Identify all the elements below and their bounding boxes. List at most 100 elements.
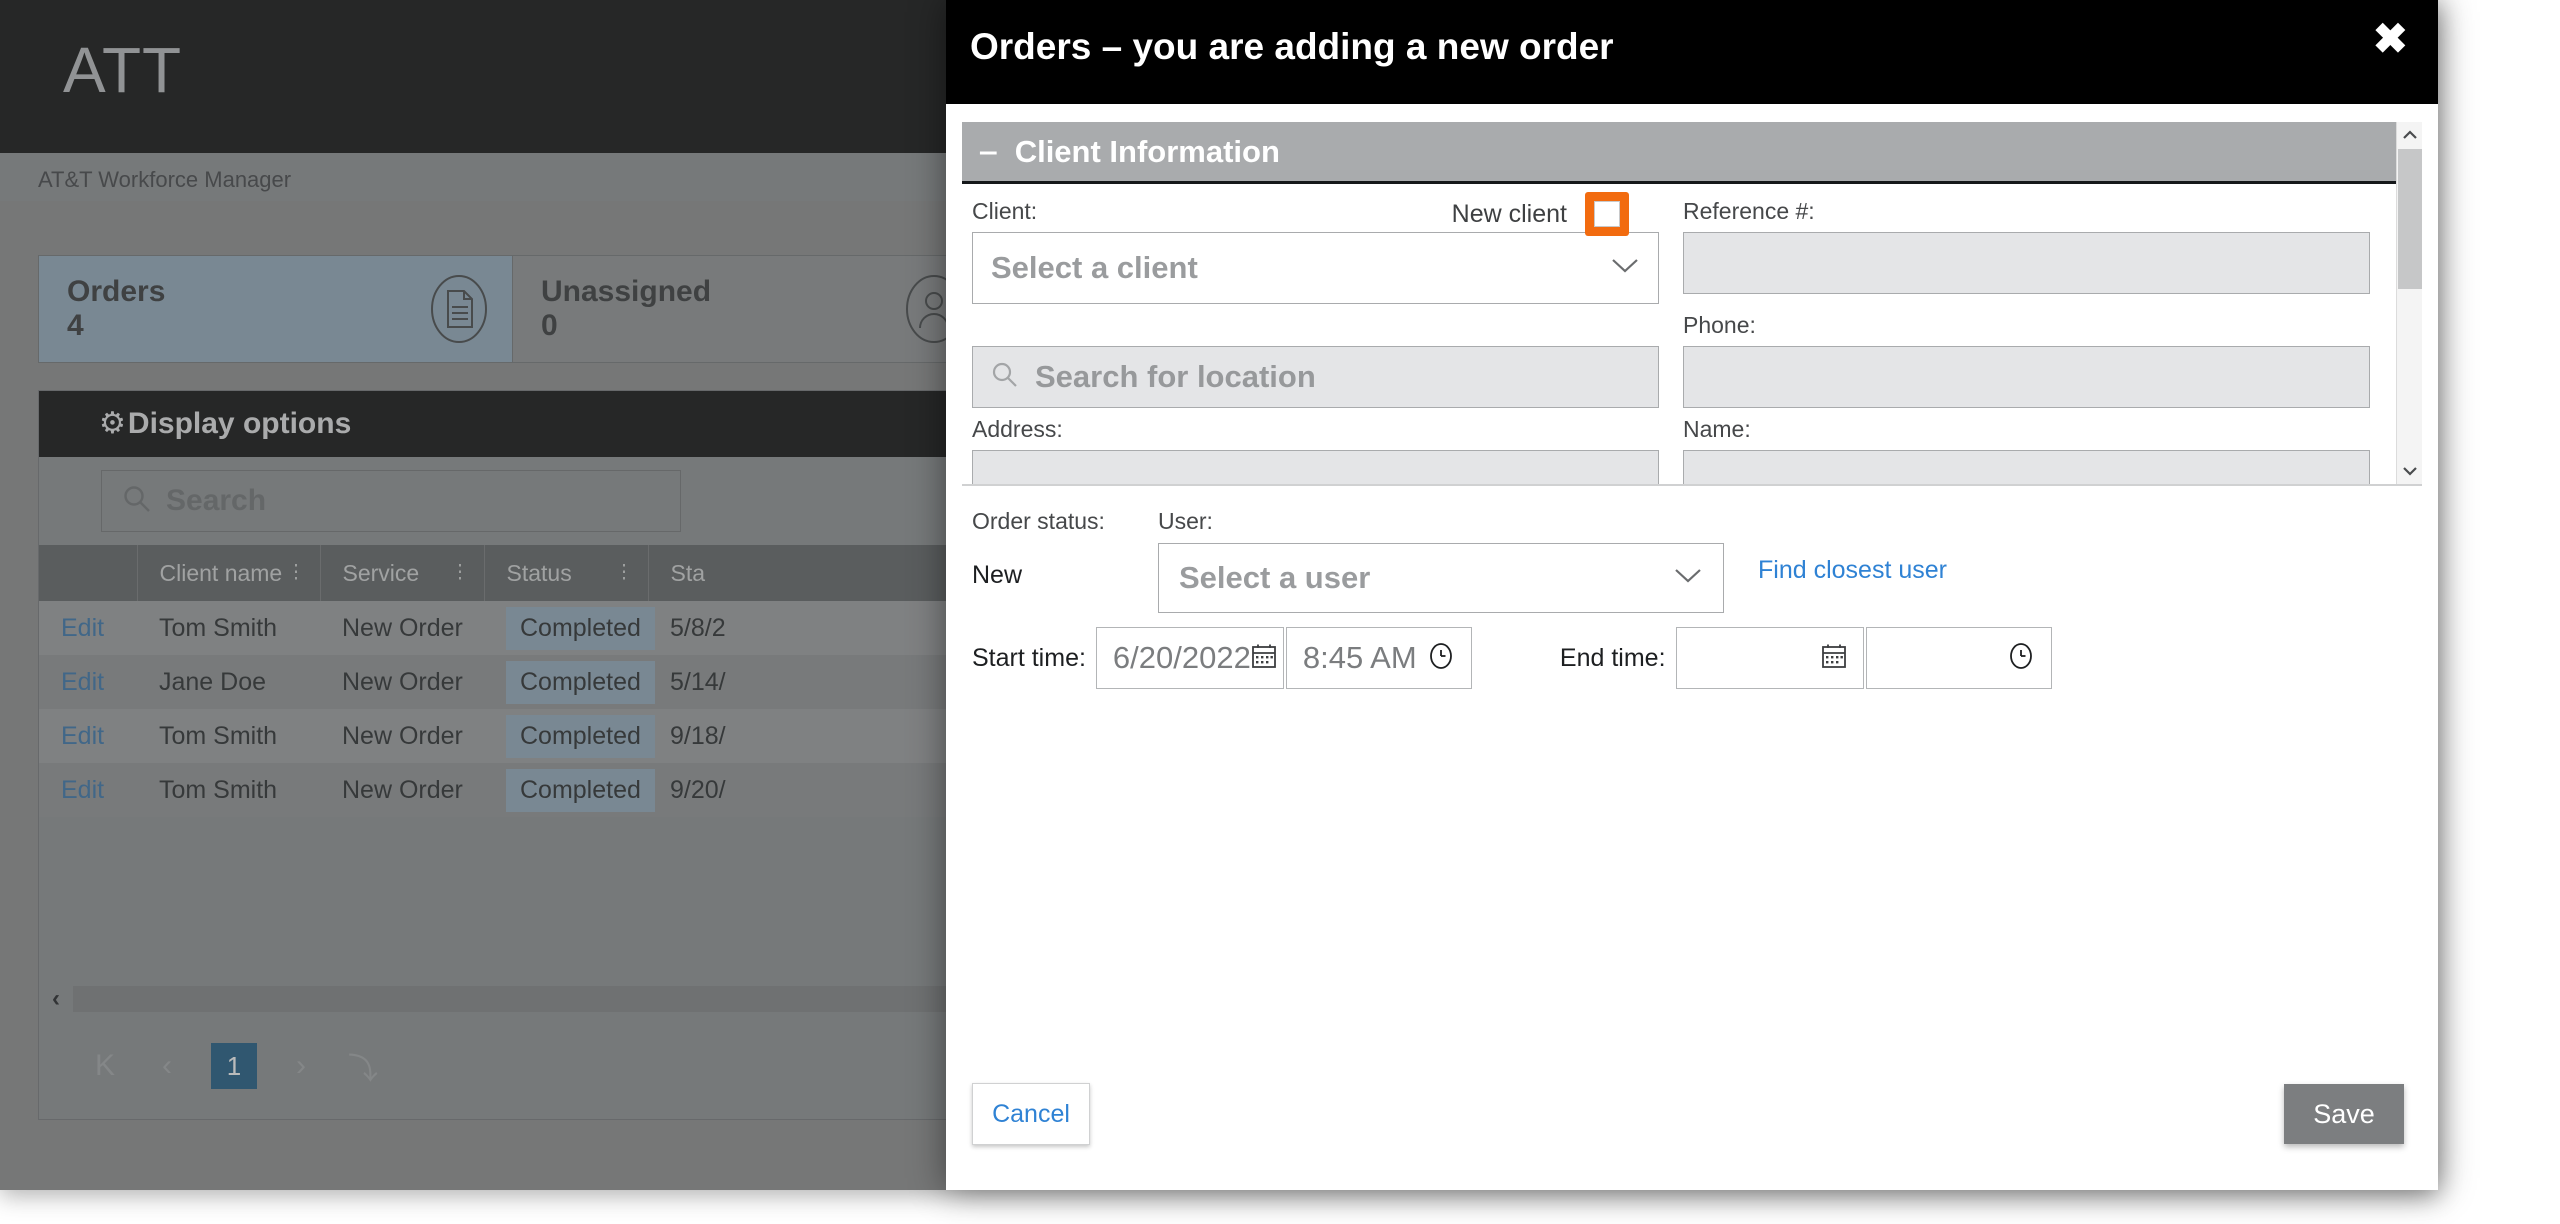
- new-client-checkbox-highlight: [1585, 192, 1629, 236]
- field-phone: Phone:: [1683, 312, 2370, 408]
- close-icon[interactable]: ✖: [2373, 18, 2408, 60]
- row-status: Completed: [484, 763, 655, 817]
- scrollbar-thumb[interactable]: [2397, 149, 2422, 289]
- row-edit-cell[interactable]: Edit: [39, 601, 137, 655]
- reference-label: Reference #:: [1683, 198, 1815, 224]
- minus-icon[interactable]: ‒: [980, 136, 997, 167]
- row-edit-cell[interactable]: Edit: [39, 655, 137, 709]
- user-select[interactable]: Select a user: [1158, 543, 1724, 613]
- pagination-last-button[interactable]: ⤵: [345, 1044, 381, 1088]
- status-badge: Completed: [506, 606, 655, 650]
- document-icon: [430, 274, 488, 344]
- cancel-button[interactable]: Cancel: [972, 1083, 1090, 1145]
- kpi-orders-value: 4: [67, 309, 84, 342]
- row-edit-cell[interactable]: Edit: [39, 709, 137, 763]
- kebab-menu-icon[interactable]: ⋮: [615, 562, 634, 582]
- modal-title: Orders – you are adding a new order: [970, 26, 1614, 67]
- field-reference: Reference #:: [1683, 198, 2370, 304]
- row-client-name: Jane Doe: [137, 655, 320, 709]
- field-address: Address:: [972, 416, 1659, 484]
- row-status: Completed: [484, 655, 655, 709]
- status-badge: Completed: [506, 660, 655, 704]
- field-order-status: Order status: New: [972, 508, 1158, 590]
- field-client: Client: New client Select a client: [972, 192, 1659, 304]
- new-client-toggle[interactable]: New client: [1452, 192, 1629, 236]
- search-placeholder: Search: [166, 484, 267, 517]
- time-row: Start time: 6/20/2022 8:45 AM End time:: [972, 627, 2404, 689]
- calendar-icon[interactable]: [1821, 643, 1847, 674]
- client-select[interactable]: Select a client: [972, 232, 1659, 304]
- start-clock-input[interactable]: 8:45 AM: [1285, 627, 1472, 689]
- pagination-page-1[interactable]: 1: [211, 1043, 257, 1089]
- client-information-form: Client: New client Select a client Refer…: [962, 184, 2396, 484]
- new-client-checkbox[interactable]: [1594, 201, 1620, 227]
- order-status-user-row: Order status: New User: Select a user Fi…: [972, 508, 2404, 613]
- start-date-value: 6/20/2022: [1112, 640, 1251, 675]
- chevron-down-icon[interactable]: [2397, 458, 2423, 484]
- form-vertical-scrollbar[interactable]: [2396, 122, 2422, 484]
- start-clock-value: 8:45 AM: [1302, 640, 1417, 675]
- order-status-value: New: [972, 561, 1023, 589]
- field-user: User: Select a user: [1158, 508, 1724, 613]
- order-details-section: Order status: New User: Select a user Fi…: [946, 486, 2438, 1190]
- gear-icon: ⚙: [99, 407, 126, 440]
- app-name-label: AT&T Workforce Manager: [38, 167, 292, 192]
- row-client-name: Tom Smith: [137, 709, 320, 763]
- kebab-menu-icon[interactable]: ⋮: [287, 562, 306, 582]
- kpi-unassigned-label: Unassigned: [541, 274, 712, 308]
- phone-input[interactable]: [1683, 346, 2370, 408]
- row-service: New Order: [320, 709, 484, 763]
- row-service: New Order: [320, 601, 484, 655]
- address-input[interactable]: [972, 450, 1659, 484]
- scroll-left-icon[interactable]: ‹: [39, 985, 73, 1013]
- user-select-placeholder: Select a user: [1179, 560, 1371, 595]
- kpi-tile-unassigned[interactable]: Unassigned 0: [513, 255, 988, 363]
- order-status-label: Order status:: [972, 508, 1105, 534]
- client-information-section-header[interactable]: ‒ Client Information: [962, 122, 2396, 184]
- clock-icon[interactable]: [1427, 642, 1455, 675]
- column-header-status-label: Status: [506, 559, 572, 586]
- status-badge: Completed: [506, 714, 655, 758]
- chevron-down-icon: [1673, 565, 1703, 591]
- new-client-label: New client: [1451, 199, 1567, 228]
- column-header-client-name-label: Client name: [159, 559, 283, 586]
- start-date-input[interactable]: 6/20/2022: [1095, 627, 1284, 689]
- pagination-prev-button[interactable]: ‹: [149, 1049, 185, 1083]
- column-header-client-name[interactable]: Client name ⋮: [137, 545, 321, 601]
- kpi-orders-label: Orders: [67, 274, 166, 308]
- field-name: Name:: [1683, 416, 2370, 484]
- reference-input[interactable]: [1683, 232, 2370, 294]
- kebab-menu-icon[interactable]: ⋮: [451, 562, 470, 582]
- pagination-first-button[interactable]: K: [87, 1049, 123, 1083]
- column-header-service[interactable]: Service ⋮: [320, 545, 485, 601]
- search-input[interactable]: Search: [101, 470, 681, 532]
- pagination-next-button[interactable]: ›: [283, 1049, 319, 1083]
- calendar-icon[interactable]: [1251, 643, 1277, 674]
- chevron-up-icon[interactable]: [2397, 122, 2423, 148]
- edit-link[interactable]: Edit: [61, 722, 104, 750]
- edit-link[interactable]: Edit: [61, 776, 104, 804]
- end-time-label: End time:: [1559, 643, 1666, 672]
- row-status: Completed: [484, 709, 655, 763]
- column-header-status[interactable]: Status ⋮: [484, 545, 649, 601]
- end-clock-input[interactable]: [1865, 627, 2052, 689]
- status-badge: Completed: [506, 768, 655, 812]
- save-button[interactable]: Save: [2284, 1084, 2404, 1144]
- address-label: Address:: [972, 416, 1063, 442]
- kpi-unassigned-value: 0: [541, 309, 558, 342]
- search-icon: [122, 484, 152, 519]
- edit-link[interactable]: Edit: [61, 614, 104, 642]
- find-closest-user-link[interactable]: Find closest user: [1758, 556, 1947, 585]
- end-date-input[interactable]: [1675, 627, 1864, 689]
- user-label: User:: [1158, 508, 1213, 534]
- name-input[interactable]: [1683, 450, 2370, 484]
- row-edit-cell[interactable]: Edit: [39, 763, 137, 817]
- kpi-tile-orders[interactable]: Orders 4: [38, 255, 513, 363]
- client-select-placeholder: Select a client: [991, 250, 1198, 285]
- clock-icon[interactable]: [2007, 642, 2035, 675]
- edit-link[interactable]: Edit: [61, 668, 104, 696]
- location-search-input[interactable]: Search for location: [972, 346, 1659, 408]
- row-service: New Order: [320, 655, 484, 709]
- row-client-name: Tom Smith: [137, 763, 320, 817]
- field-location-search: Search for location: [972, 312, 1659, 408]
